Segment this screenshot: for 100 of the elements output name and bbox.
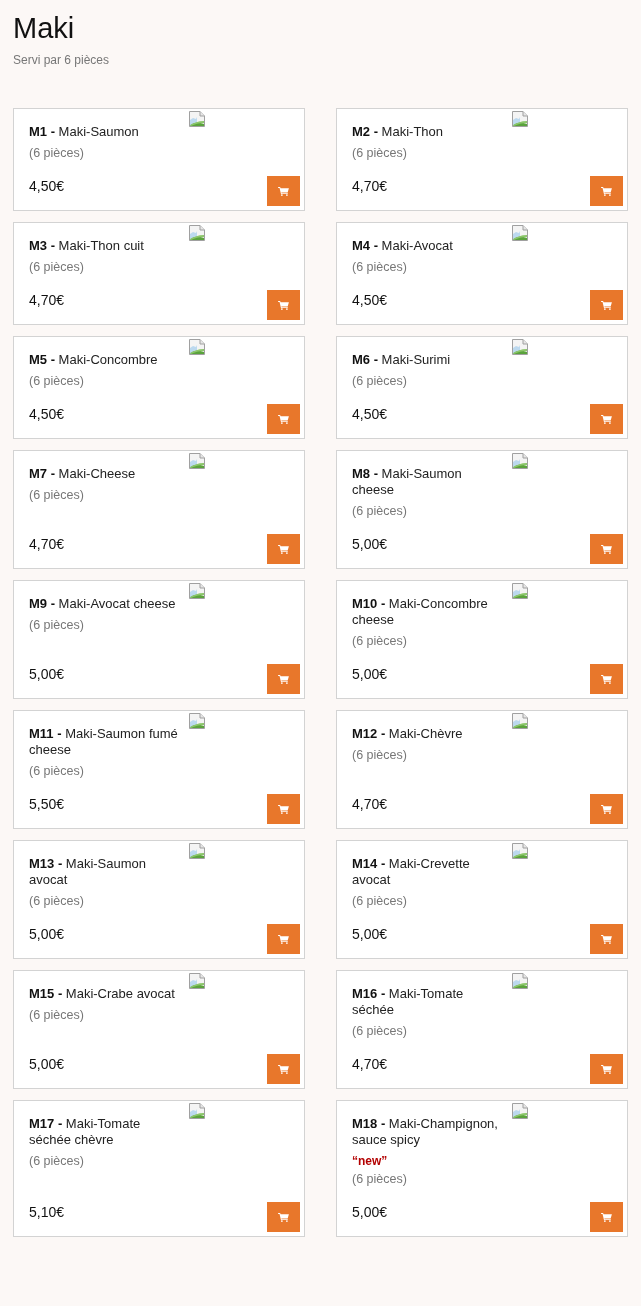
portion-text: (6 pièces) [29, 763, 84, 779]
cart-button[interactable] [267, 794, 300, 824]
product-name: M6 - Maki-Surimi [352, 352, 452, 368]
cart-button[interactable] [267, 924, 300, 954]
product-name: M3 - Maki-Thon cuit [29, 238, 145, 254]
price-text: 5,00€ [29, 666, 65, 682]
product-name: M13 - Maki-Saumon avocat [29, 856, 148, 888]
price-text: 4,70€ [29, 536, 65, 552]
price-text: 4,70€ [352, 178, 388, 194]
product-name: M16 - Maki-Tomate séchée [352, 986, 465, 1018]
page-subtitle: Servi par 6 pièces [13, 52, 110, 68]
product-name: M5 - Maki-Concombre [29, 352, 159, 368]
price-text: 5,00€ [352, 536, 388, 552]
page-title: Maki [13, 11, 75, 45]
price-text: 5,00€ [352, 926, 388, 942]
cart-button[interactable] [590, 404, 623, 434]
cart-icon [601, 934, 612, 944]
portion-text: (6 pièces) [29, 617, 84, 633]
cart-icon [278, 1064, 289, 1074]
product-name: M2 - Maki-Thon [352, 124, 445, 140]
broken-image-icon [512, 111, 528, 127]
price-text: 4,70€ [29, 292, 65, 308]
cart-icon [601, 300, 612, 310]
price-text: 4,70€ [352, 1056, 388, 1072]
price-text: 5,00€ [29, 1056, 65, 1072]
cart-icon [601, 544, 612, 554]
broken-image-icon [512, 1103, 528, 1119]
broken-image-icon [189, 339, 205, 355]
cart-icon [278, 300, 289, 310]
product-name: M14 - Maki-Crevette avocat [352, 856, 471, 888]
cart-icon [278, 544, 289, 554]
price-text: 4,50€ [29, 178, 65, 194]
product-name: M9 - Maki-Avocat cheese [29, 596, 177, 612]
broken-image-icon [512, 843, 528, 859]
cart-icon [278, 1212, 289, 1222]
cart-button[interactable] [590, 664, 623, 694]
portion-text: (6 pièces) [352, 1171, 407, 1187]
cart-button[interactable] [267, 664, 300, 694]
cart-icon [278, 674, 289, 684]
portion-text: (6 pièces) [29, 259, 84, 275]
portion-text: (6 pièces) [352, 1023, 407, 1039]
price-text: 5,00€ [29, 926, 65, 942]
broken-image-icon [512, 225, 528, 241]
broken-image-icon [189, 453, 205, 469]
product-name: M11 - Maki-Saumon fumé cheese [29, 726, 179, 758]
cart-button[interactable] [590, 176, 623, 206]
portion-text: (6 pièces) [29, 1153, 84, 1169]
broken-image-icon [189, 1103, 205, 1119]
portion-text: (6 pièces) [29, 893, 84, 909]
broken-image-icon [189, 713, 205, 729]
product-name: M12 - Maki-Chèvre [352, 726, 464, 742]
cart-button[interactable] [590, 1054, 623, 1084]
portion-text: (6 pièces) [29, 1007, 84, 1023]
price-text: 4,50€ [352, 406, 388, 422]
cart-button[interactable] [267, 1202, 300, 1232]
cart-button[interactable] [590, 1202, 623, 1232]
cart-icon [601, 804, 612, 814]
cart-button[interactable] [590, 794, 623, 824]
broken-image-icon [189, 111, 205, 127]
product-name: M17 - Maki-Tomate séchée chèvre [29, 1116, 142, 1148]
price-text: 4,50€ [352, 292, 388, 308]
price-text: 5,10€ [29, 1204, 65, 1220]
product-name: M10 - Maki-Concombre cheese [352, 596, 489, 628]
cart-icon [601, 1212, 612, 1222]
product-name: M7 - Maki-Cheese [29, 466, 137, 482]
portion-text: (6 pièces) [352, 893, 407, 909]
price-text: 4,50€ [29, 406, 65, 422]
portion-text: (6 pièces) [352, 503, 407, 519]
price-text: 5,00€ [352, 666, 388, 682]
broken-image-icon [512, 713, 528, 729]
portion-text: (6 pièces) [29, 145, 84, 161]
cart-icon [601, 414, 612, 424]
cart-icon [278, 414, 289, 424]
cart-button[interactable] [267, 404, 300, 434]
price-text: 5,50€ [29, 796, 65, 812]
portion-text: (6 pièces) [29, 487, 84, 503]
product-name: M1 - Maki-Saumon [29, 124, 140, 140]
price-text: 4,70€ [352, 796, 388, 812]
broken-image-icon [512, 339, 528, 355]
cart-icon [278, 804, 289, 814]
cart-button[interactable] [267, 290, 300, 320]
new-label: “new” [352, 1153, 388, 1169]
cart-button[interactable] [590, 290, 623, 320]
cart-button[interactable] [590, 534, 623, 564]
broken-image-icon [512, 973, 528, 989]
broken-image-icon [189, 973, 205, 989]
portion-text: (6 pièces) [352, 373, 407, 389]
cart-button[interactable] [590, 924, 623, 954]
cart-icon [601, 674, 612, 684]
cart-button[interactable] [267, 1054, 300, 1084]
cart-button[interactable] [267, 534, 300, 564]
cart-button[interactable] [267, 176, 300, 206]
broken-image-icon [189, 583, 205, 599]
portion-text: (6 pièces) [352, 145, 407, 161]
broken-image-icon [189, 843, 205, 859]
broken-image-icon [512, 583, 528, 599]
portion-text: (6 pièces) [352, 747, 407, 763]
portion-text: (6 pièces) [29, 373, 84, 389]
portion-text: (6 pièces) [352, 633, 407, 649]
cart-icon [278, 934, 289, 944]
